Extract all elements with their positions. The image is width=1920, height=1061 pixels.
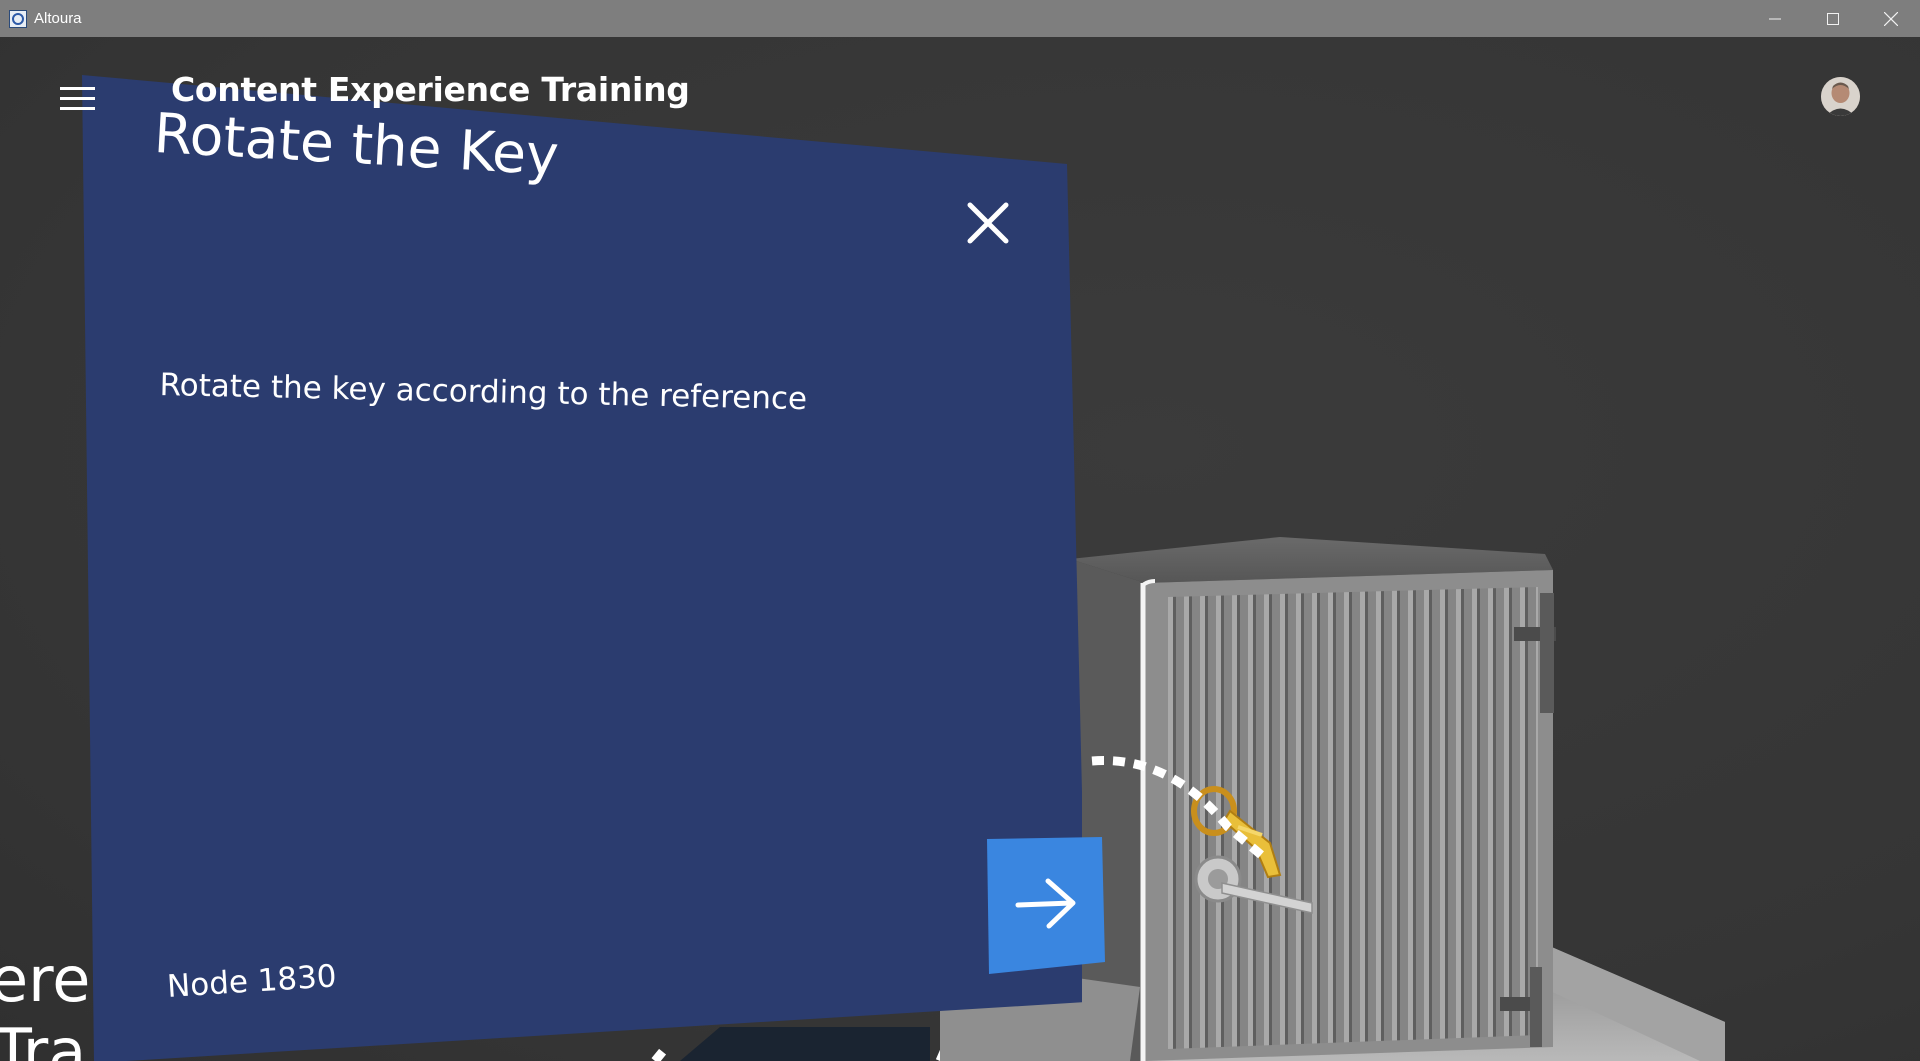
- app-window: Altoura ere Tra Rotate the Key Rotate th…: [0, 0, 1920, 1061]
- maximize-icon: [1827, 12, 1839, 25]
- user-avatar[interactable]: [1821, 77, 1860, 116]
- minimize-icon: [1769, 18, 1781, 19]
- avatar-photo: [1821, 77, 1860, 116]
- close-window-button[interactable]: [1862, 0, 1920, 37]
- window-titlebar: Altoura: [0, 0, 1920, 37]
- next-step-button[interactable]: [984, 837, 1105, 975]
- background-text-fragment: Tra: [0, 1015, 87, 1061]
- altoura-app-icon: [9, 9, 27, 28]
- hamburger-menu-icon: [60, 87, 95, 90]
- hamburger-menu-button[interactable]: [60, 83, 96, 113]
- close-x-icon: [967, 202, 1009, 244]
- window-title: Altoura: [34, 10, 82, 27]
- app-title: Content Experience Training: [171, 70, 690, 109]
- close-icon: [1884, 11, 1898, 26]
- instruction-panel: Rotate the Key Rotate the key according …: [82, 57, 1105, 1061]
- background-text-fragment: ere: [0, 943, 91, 1016]
- maximize-button[interactable]: [1804, 0, 1862, 37]
- minimize-button[interactable]: [1746, 0, 1804, 37]
- close-panel-button[interactable]: [965, 200, 1011, 246]
- panel-background: [82, 75, 1082, 1061]
- 3d-scene-viewport[interactable]: ere Tra Rotate the Key Rotate the key ac…: [0, 37, 1920, 1061]
